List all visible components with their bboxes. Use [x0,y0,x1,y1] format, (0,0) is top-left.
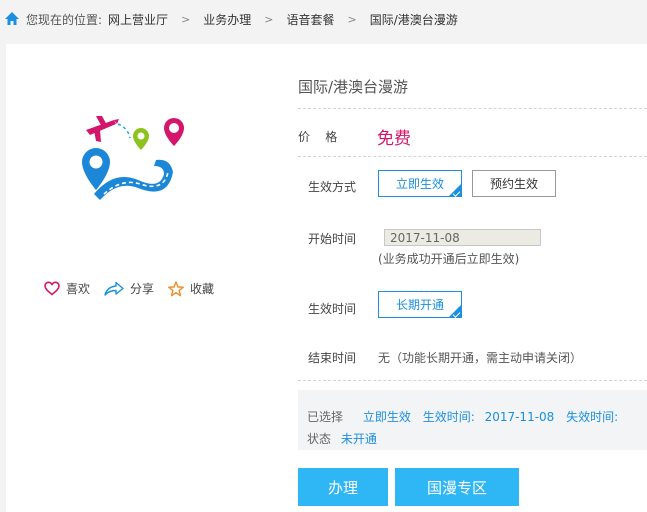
roaming-zone-button[interactable]: 国漫专区 [395,468,519,506]
breadcrumb-separator: > [264,12,274,26]
social-actions: 喜欢 分享 收藏 [44,280,228,297]
summary-status-label: 状态 [307,432,332,446]
favorite-button[interactable]: 收藏 [168,280,214,297]
breadcrumb-item-voice-package[interactable]: 语音套餐 [287,11,335,28]
divider [298,156,647,157]
divider [298,108,647,109]
star-icon [168,280,184,296]
summary-effect-time-label: 生效时间: [422,410,475,424]
share-arrow-icon [104,281,124,296]
product-panel: 喜欢 分享 收藏 国际/港澳台漫游 价 格 免费 生效方式 立即生效 预约生效 … [6,44,647,512]
share-button[interactable]: 分享 [104,280,154,297]
price-label: 价 格 [298,130,338,144]
heart-icon [44,281,60,296]
end-time-value: 无（功能长期开通，需主动申请关闭） [378,351,583,365]
summary-effect-time-value: 2017-11-08 [484,410,555,424]
breadcrumb: 您现在的位置: 网上营业厅 > 业务办理 > 语音套餐 > 国际/港澳台漫游 [0,0,647,38]
breadcrumb-separator: > [347,12,357,26]
roaming-illustration-icon [82,116,184,200]
summary-status-value: 未开通 [340,432,377,446]
start-date-input[interactable] [384,229,541,246]
effect-scheduled-label: 预约生效 [489,177,538,191]
effect-immediate-label: 立即生效 [395,177,444,191]
like-button[interactable]: 喜欢 [44,280,90,297]
home-icon[interactable] [4,11,20,27]
breadcrumb-item-business[interactable]: 业务办理 [203,11,251,28]
start-time-label: 开始时间 [308,232,357,246]
handle-button[interactable]: 办理 [298,468,388,506]
breadcrumb-separator: > [181,12,191,26]
effect-scheduled-button[interactable]: 预约生效 [472,170,556,197]
effect-immediate-button[interactable]: 立即生效 [378,170,462,197]
divider [298,380,647,381]
long-term-button[interactable]: 长期开通 [378,291,462,318]
like-label: 喜欢 [66,282,91,296]
summary-expire-time-label: 失效时间: [566,410,619,424]
start-time-note: (业务成功开通后立即生效) [378,252,520,266]
effect-mode-label: 生效方式 [308,180,357,194]
breadcrumb-item-current: 国际/港澳台漫游 [369,12,458,27]
favorite-label: 收藏 [190,282,215,296]
summary-selected-value: 立即生效 [362,410,411,424]
breadcrumb-location-label: 您现在的位置: [26,12,103,27]
selection-summary: 已选择 立即生效 生效时间: 2017-11-08 失效时间: 状态 未开通 [298,390,647,450]
share-label: 分享 [130,282,155,296]
long-term-label: 长期开通 [395,298,444,312]
end-time-label: 结束时间 [308,351,357,365]
effect-time-label: 生效时间 [308,302,357,316]
summary-selected-label: 已选择 [307,410,344,424]
product-title: 国际/港澳台漫游 [298,78,409,96]
breadcrumb-item-online-hall[interactable]: 网上营业厅 [108,11,168,28]
price-value: 免费 [377,129,411,149]
